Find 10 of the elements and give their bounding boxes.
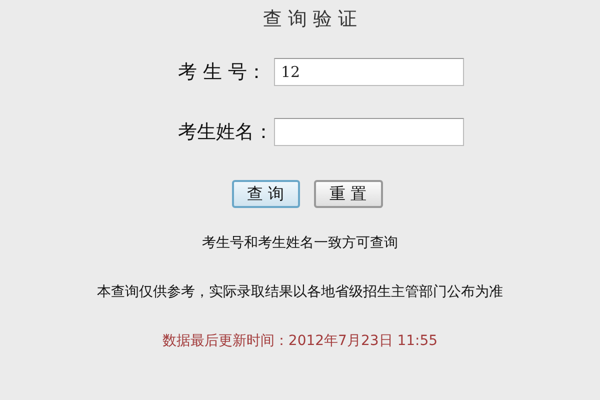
input-field[interactable]	[274, 118, 464, 146]
reset-button[interactable]: 重 置	[314, 180, 382, 208]
page-title: 查 询 验 证	[262, 7, 358, 32]
field-label: 考生姓名：	[178, 120, 274, 145]
field-label: 考 生 号：	[178, 60, 268, 85]
notice-text: 考生号和考生姓名一致方可查询	[202, 234, 398, 252]
input-field[interactable]: 12	[274, 58, 464, 86]
update-time-text: 数据最后更新时间：2012年7月23日 11:55	[162, 332, 438, 350]
notice-text: 本查询仅供参考，实际录取结果以各地省级招生主管部门公布为准	[97, 283, 503, 301]
query-button[interactable]: 查 询	[232, 180, 300, 208]
